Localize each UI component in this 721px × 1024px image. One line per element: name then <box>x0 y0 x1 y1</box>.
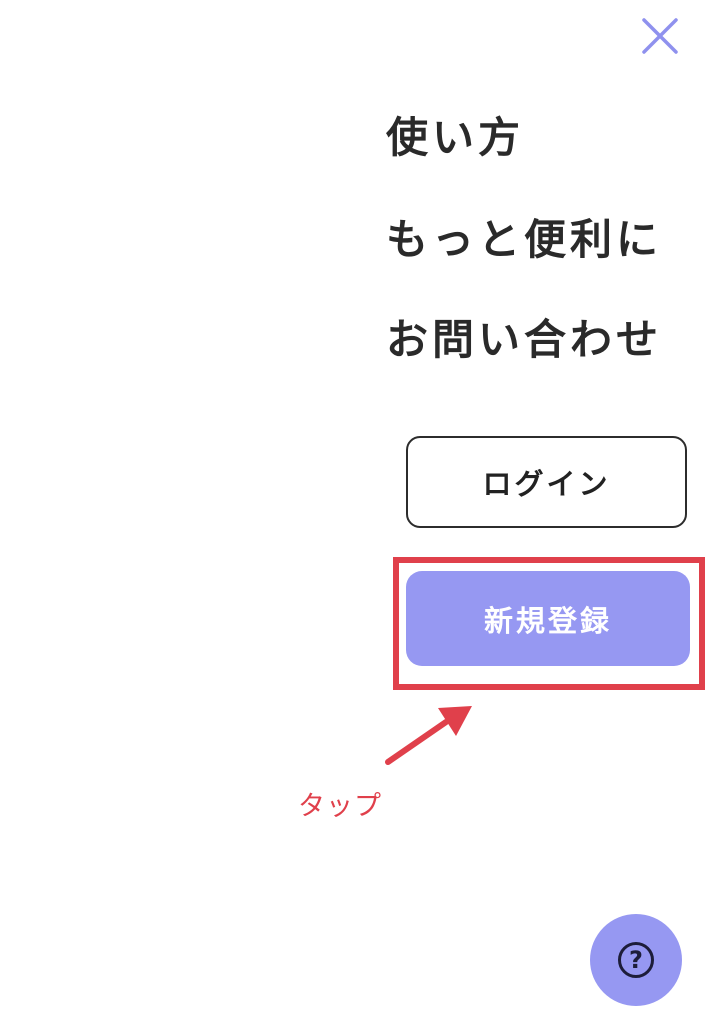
menu-item-usage[interactable]: 使い方 <box>386 117 524 159</box>
menu-item-contact[interactable]: お問い合わせ <box>386 319 662 361</box>
close-icon <box>642 18 678 54</box>
signup-button-label: 新規登録 <box>483 603 612 638</box>
login-button-label: ログイン <box>482 467 611 501</box>
question-circle-icon: ? <box>618 942 654 978</box>
menu-item-more-convenient[interactable]: もっと便利に <box>386 219 662 261</box>
help-glyph: ? <box>629 946 643 974</box>
close-button[interactable] <box>636 12 684 60</box>
login-button[interactable]: ログイン <box>406 436 687 528</box>
arrow-up-right-icon <box>385 706 472 765</box>
signup-button[interactable]: 新規登録 <box>406 571 690 666</box>
help-button[interactable]: ? <box>590 914 682 1006</box>
tap-annotation: タップ <box>298 791 382 822</box>
